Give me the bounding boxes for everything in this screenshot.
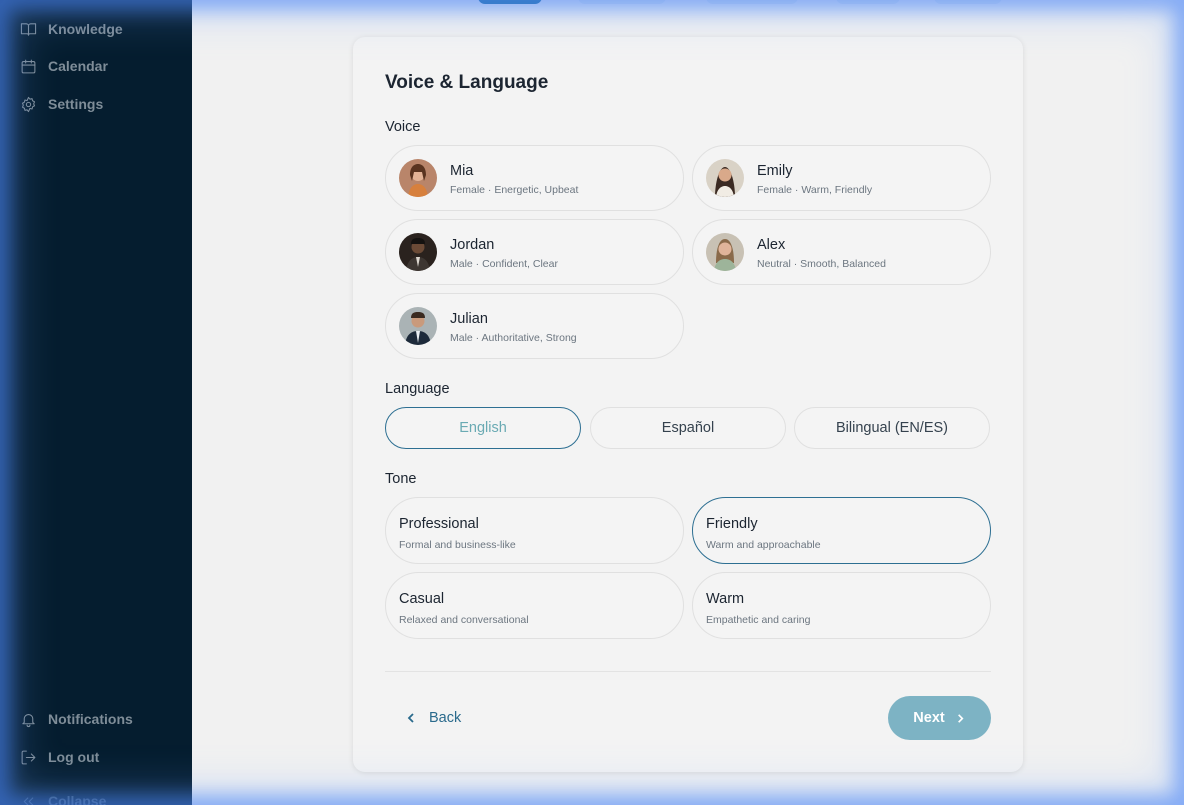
voice-option-julian[interactable]: Julian Male · Authoritative, Strong xyxy=(385,293,684,359)
back-button-label: Back xyxy=(429,710,462,726)
avatar xyxy=(399,307,437,345)
sidebar: Knowledge Calendar Settings Notification… xyxy=(0,0,192,805)
language-option-english[interactable]: English xyxy=(385,407,581,449)
chevron-left-icon xyxy=(407,713,414,723)
sidebar-item-logout[interactable]: Log out xyxy=(20,746,99,768)
tone-description: Relaxed and conversational xyxy=(399,614,529,626)
sidebar-item-knowledge[interactable]: Knowledge xyxy=(20,18,123,40)
voice-name: Emily xyxy=(757,163,793,179)
step-indicator xyxy=(934,0,1002,4)
sidebar-item-collapse[interactable]: Collapse xyxy=(20,790,106,805)
step-indicator-active xyxy=(478,0,542,4)
calendar-icon xyxy=(21,59,36,73)
sidebar-item-label: Knowledge xyxy=(48,21,123,37)
language-option-espanol[interactable]: Español xyxy=(590,407,786,449)
card-title: Voice & Language xyxy=(385,72,549,93)
step-indicator xyxy=(706,0,798,4)
voice-description: Male · Confident, Clear xyxy=(450,258,558,270)
avatar xyxy=(706,159,744,197)
voice-section-label: Voice xyxy=(385,119,421,135)
sidebar-item-label: Notifications xyxy=(48,711,133,727)
back-button[interactable]: Back xyxy=(405,705,461,731)
tone-option-warm[interactable]: Warm Empathetic and caring xyxy=(692,572,991,639)
tone-description: Formal and business-like xyxy=(399,539,516,551)
voice-name: Mia xyxy=(450,163,474,179)
tone-option-casual[interactable]: Casual Relaxed and conversational xyxy=(385,572,684,639)
sidebar-item-label: Calendar xyxy=(48,58,108,74)
chevrons-left-icon xyxy=(23,796,34,805)
sidebar-item-calendar[interactable]: Calendar xyxy=(20,55,108,77)
tone-name: Professional xyxy=(399,516,479,532)
tone-name: Friendly xyxy=(706,516,758,532)
voice-name: Jordan xyxy=(450,237,495,253)
sidebar-item-settings[interactable]: Settings xyxy=(20,93,103,115)
sidebar-item-label: Collapse xyxy=(48,793,107,805)
tone-section-label: Tone xyxy=(385,471,417,487)
tone-description: Empathetic and caring xyxy=(706,614,811,626)
tone-name: Warm xyxy=(706,591,745,607)
book-icon xyxy=(20,22,37,36)
step-indicator xyxy=(836,0,900,4)
voice-language-card: Voice & Language Voice Mia Female · Ener… xyxy=(353,37,1023,772)
voice-name: Julian xyxy=(450,311,488,327)
sidebar-item-label: Settings xyxy=(48,96,104,112)
voice-name: Alex xyxy=(757,237,786,253)
tone-option-professional[interactable]: Professional Formal and business-like xyxy=(385,497,684,564)
sidebar-item-notifications[interactable]: Notifications xyxy=(20,708,133,730)
next-button[interactable]: Next xyxy=(888,696,991,740)
avatar xyxy=(399,159,437,197)
logout-icon xyxy=(21,750,36,764)
voice-description: Male · Authoritative, Strong xyxy=(450,332,577,344)
divider xyxy=(385,671,991,672)
bell-icon xyxy=(22,713,35,727)
avatar xyxy=(706,233,744,271)
voice-option-mia[interactable]: Mia Female · Energetic, Upbeat xyxy=(385,145,684,211)
step-indicator xyxy=(578,0,666,4)
language-section-label: Language xyxy=(385,381,450,397)
language-option-bilingual[interactable]: Bilingual (EN/ES) xyxy=(794,407,990,449)
tone-name: Casual xyxy=(399,591,445,607)
voice-description: Female · Warm, Friendly xyxy=(757,184,873,196)
tone-option-friendly[interactable]: Friendly Warm and approachable xyxy=(692,497,991,564)
voice-option-jordan[interactable]: Jordan Male · Confident, Clear xyxy=(385,219,684,285)
tone-description: Warm and approachable xyxy=(706,539,821,551)
sidebar-item-label: Log out xyxy=(48,749,100,765)
gear-icon xyxy=(21,96,36,112)
voice-option-alex[interactable]: Alex Neutral · Smooth, Balanced xyxy=(692,219,991,285)
voice-description: Female · Energetic, Upbeat xyxy=(450,184,579,196)
voice-description: Neutral · Smooth, Balanced xyxy=(757,258,886,270)
avatar xyxy=(399,233,437,271)
voice-option-emily[interactable]: Emily Female · Warm, Friendly xyxy=(692,145,991,211)
next-button-label: Next xyxy=(913,710,945,726)
chevron-right-icon xyxy=(957,713,964,723)
